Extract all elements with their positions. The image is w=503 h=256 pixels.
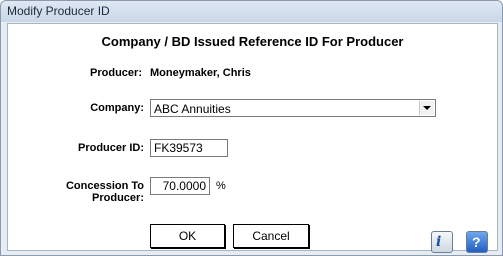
chevron-down-icon[interactable] (419, 101, 434, 115)
modify-producer-id-dialog: Modify Producer ID Company / BD Issued R… (0, 0, 503, 256)
concession-input[interactable] (150, 177, 210, 195)
title-bar[interactable]: Modify Producer ID (1, 1, 502, 22)
producer-id-input[interactable] (150, 139, 228, 157)
company-select-value: ABC Annuities (154, 102, 231, 116)
ok-button[interactable]: OK (150, 224, 225, 248)
dialog-content: Company / BD Issued Reference ID For Pro… (7, 23, 498, 251)
help-button[interactable]: ? (466, 231, 488, 253)
company-label: Company: (90, 102, 144, 114)
info-button[interactable]: i (431, 231, 453, 253)
producer-id-label: Producer ID: (77, 142, 144, 154)
producer-value: Moneymaker, Chris (150, 67, 251, 79)
info-icon: i (436, 234, 442, 250)
concession-label: Concession To Producer: (65, 180, 144, 204)
dialog-heading: Company / BD Issued Reference ID For Pro… (101, 34, 404, 49)
window-title: Modify Producer ID (7, 4, 110, 18)
producer-label: Producer: (90, 67, 142, 79)
percent-unit: % (216, 180, 226, 192)
company-select[interactable]: ABC Annuities (150, 99, 436, 117)
help-icon: ? (472, 234, 481, 250)
cancel-button[interactable]: Cancel (233, 224, 309, 248)
